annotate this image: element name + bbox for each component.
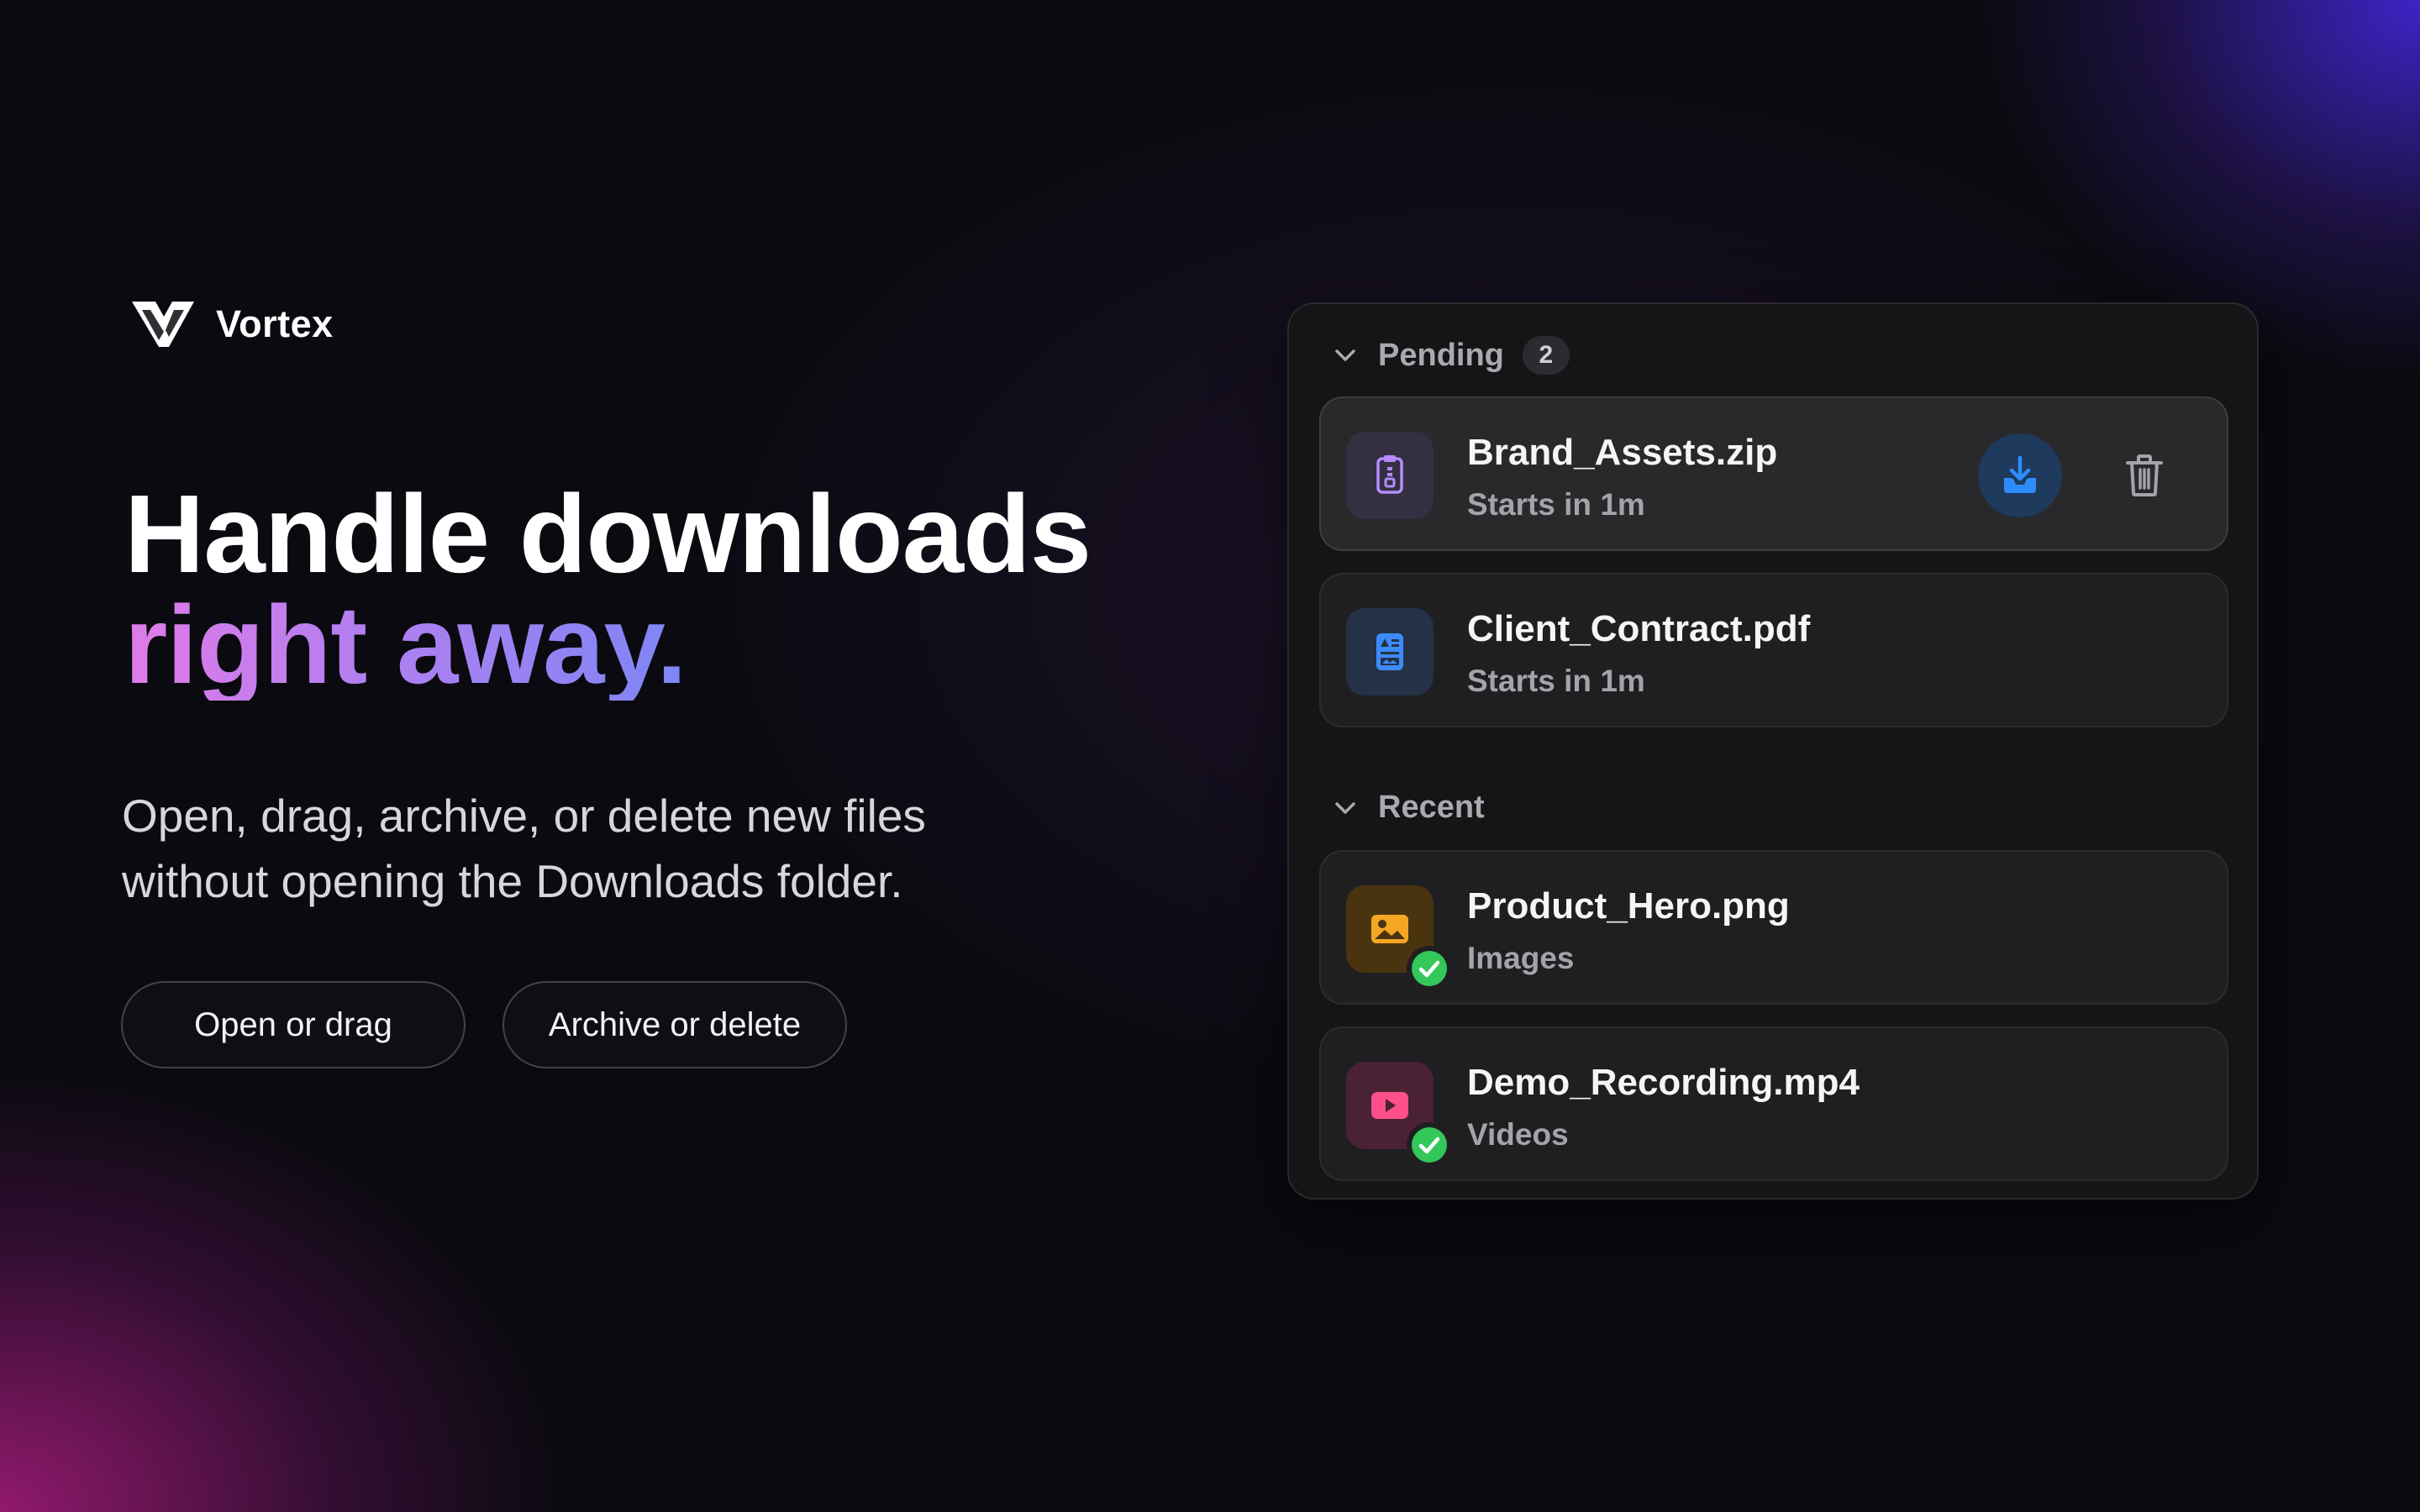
completed-badge (1407, 1122, 1452, 1168)
check-circle-icon (1412, 1127, 1447, 1163)
completed-badge (1407, 946, 1452, 991)
brand[interactable]: Vortex (130, 298, 334, 350)
download-now-button[interactable] (1978, 433, 2062, 517)
subheadline: Open, drag, archive, or delete new files… (122, 783, 1004, 914)
image-icon (1371, 915, 1408, 943)
pending-title: Pending (1378, 337, 1504, 373)
brand-name: Vortex (216, 302, 334, 345)
recent-section-header[interactable]: Recent (1331, 790, 1485, 826)
download-tray-icon (2004, 455, 2036, 493)
delete-button[interactable] (2102, 433, 2186, 517)
check-circle-icon (1412, 951, 1447, 986)
chevron-down-icon[interactable] (1331, 794, 1360, 822)
file-name: Product_Hero.png (1467, 885, 1790, 927)
vortex-logo-icon (132, 302, 194, 347)
pending-section-header[interactable]: Pending 2 (1331, 336, 1570, 375)
archive-or-delete-button[interactable]: Archive or delete (502, 981, 847, 1068)
downloads-panel: Pending 2 Brand_Assets.zip Starts in 1m (1287, 302, 2259, 1200)
pending-count-badge: 2 (1522, 336, 1570, 375)
headline: Handle downloads right away. (124, 472, 1092, 706)
file-status: Starts in 1m (1467, 664, 1645, 698)
list-item[interactable]: Demo_Recording.mp4 Videos (1319, 1026, 2228, 1181)
file-name: Demo_Recording.mp4 (1467, 1062, 1860, 1103)
list-item[interactable]: Brand_Assets.zip Starts in 1m (1319, 396, 2228, 551)
list-item[interactable]: Client_Contract.pdf Starts in 1m (1319, 573, 2228, 727)
file-thumbnail (1346, 608, 1434, 696)
headline-line-1: Handle downloads (124, 472, 1092, 596)
file-name: Brand_Assets.zip (1467, 432, 1778, 473)
trash-icon (2126, 454, 2163, 496)
file-category: Videos (1467, 1117, 1569, 1152)
file-thumbnail (1346, 1062, 1452, 1168)
file-name: Client_Contract.pdf (1467, 608, 1811, 649)
file-status: Starts in 1m (1467, 487, 1645, 522)
file-thumbnail (1346, 432, 1434, 519)
headline-line-2: right away. (124, 583, 687, 706)
list-item[interactable]: Product_Hero.png Images (1319, 850, 2228, 1005)
subhead-line-1: Open, drag, archive, or delete new files (122, 790, 926, 842)
file-category: Images (1467, 941, 1575, 975)
landing-hero: Vortex Handle downloads right away. Open… (0, 0, 2420, 1512)
document-icon (1376, 633, 1403, 670)
zip-file-icon (1376, 455, 1403, 494)
recent-title: Recent (1378, 790, 1485, 825)
video-icon (1371, 1092, 1408, 1119)
open-or-drag-button[interactable]: Open or drag (121, 981, 466, 1068)
subhead-line-2: without opening the Downloads folder. (122, 855, 903, 907)
file-thumbnail (1346, 885, 1452, 991)
chevron-down-icon[interactable] (1331, 341, 1360, 370)
